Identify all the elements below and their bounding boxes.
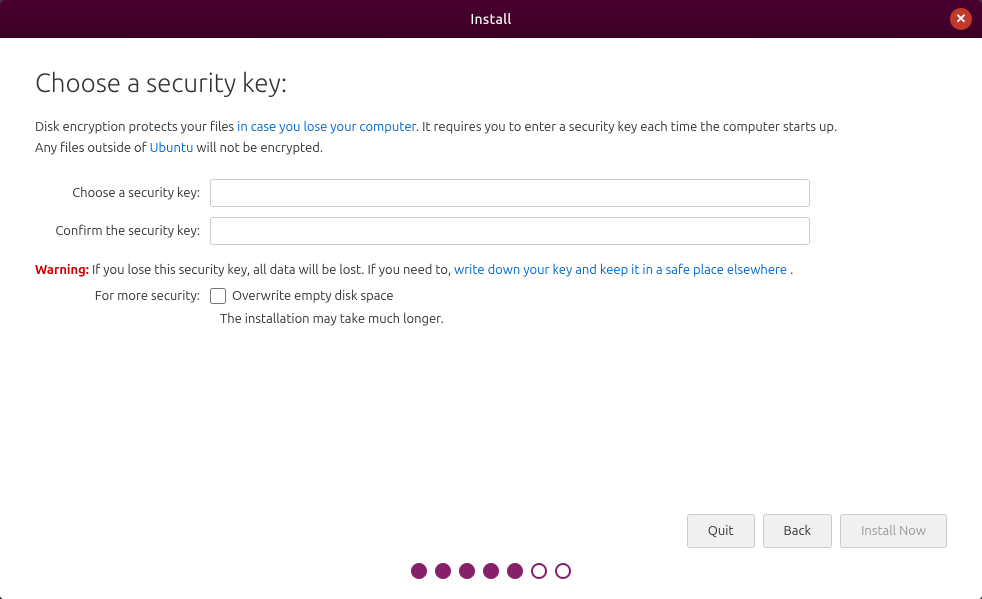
close-icon: ✕ [956,11,967,27]
security-row: For more security: Overwrite empty disk … [35,288,947,304]
bottom-section: Quit Back Install Now [35,514,947,579]
dot-5 [507,563,523,579]
warning-section: Warning: If you lose this security key, … [35,260,947,281]
close-button[interactable]: ✕ [950,8,972,30]
key-row: Choose a security key: [35,179,947,207]
warning-text-1: If you lose this security key, all data … [92,263,454,277]
warning-text-2: . [790,263,793,277]
dot-2 [435,563,451,579]
overwrite-label: Overwrite empty disk space [232,289,394,303]
dot-3 [459,563,475,579]
confirm-row: Confirm the security key: [35,217,947,245]
form-section: Choose a security key: Confirm the secur… [35,179,947,245]
hint-text: The installation may take much longer. [220,312,947,326]
dot-4 [483,563,499,579]
link-ubuntu: Ubuntu [150,141,194,155]
security-key-input[interactable] [210,179,810,207]
description-line1: Disk encryption protects your files in c… [35,120,837,134]
window-title: Install [470,11,511,27]
dot-1 [411,563,427,579]
quit-button[interactable]: Quit [687,514,755,548]
warning-label: Warning: [35,263,89,277]
page-title: Choose a security key: [35,68,947,97]
dot-6 [531,563,547,579]
confirm-key-input[interactable] [210,217,810,245]
security-label: For more security: [35,289,210,303]
confirm-label: Confirm the security key: [35,224,210,238]
main-content: Choose a security key: Disk encryption p… [0,38,982,599]
dot-7 [555,563,571,579]
back-button[interactable]: Back [763,514,833,548]
window: Install ✕ Choose a security key: Disk en… [0,0,982,599]
key-label: Choose a security key: [35,186,210,200]
checkbox-row: Overwrite empty disk space [210,288,394,304]
description-line2: Any files outside of Ubuntu will not be … [35,141,323,155]
titlebar: Install ✕ [0,0,982,38]
button-row: Quit Back Install Now [35,514,947,548]
link-in-case: in case you lose your computer [237,120,416,134]
install-now-button[interactable]: Install Now [840,514,947,548]
overwrite-checkbox[interactable] [210,288,226,304]
spacer [35,326,947,514]
progress-dots [411,563,571,579]
description: Disk encryption protects your files in c… [35,117,947,159]
warning-link: write down your key and keep it in a saf… [454,263,787,277]
